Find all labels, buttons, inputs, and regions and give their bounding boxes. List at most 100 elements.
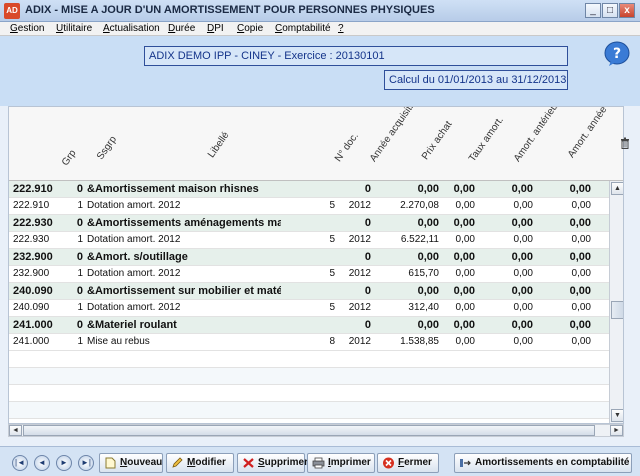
- scroll-up-button[interactable]: ▲: [611, 182, 623, 195]
- empty-row[interactable]: [9, 368, 609, 385]
- cell-rate: 0,00: [455, 268, 475, 279]
- scroll-right-button[interactable]: ►: [610, 425, 623, 436]
- maximize-button[interactable]: □: [602, 3, 618, 18]
- horizontal-scrollbar[interactable]: ◄ ►: [8, 424, 624, 437]
- cell-year: 2012: [348, 234, 371, 245]
- group-row[interactable]: 241.000 0 &Materiel roulant 0 0,00 0,00 0,00 0,…: [9, 317, 609, 334]
- delete-button[interactable]: Supprimer: [237, 453, 308, 473]
- next-record-button[interactable]: ►: [56, 455, 72, 471]
- svg-text:?: ?: [613, 46, 621, 62]
- window-title: ADIX - MISE A JOUR D'UN AMORTISSEMENT PO…: [25, 4, 435, 16]
- col-ssgrp[interactable]: Ssgrp: [95, 134, 119, 162]
- transfer-icon: [460, 459, 471, 467]
- menu-utilitaire[interactable]: Utilitaire: [56, 23, 92, 34]
- scroll-left-button[interactable]: ◄: [9, 425, 22, 436]
- cell-year: 0: [364, 217, 371, 229]
- col-prix-achat[interactable]: Prix achat: [420, 119, 455, 162]
- menu-actualisation[interactable]: Actualisation: [103, 23, 160, 34]
- cell-rate: 0,00: [453, 217, 475, 229]
- group-row[interactable]: 232.900 0 &Amort. s/outillage 0 0,00 0,00 0,00…: [9, 249, 609, 266]
- header-area: ADIX DEMO IPP - CINEY - Exercice : 20130…: [0, 36, 640, 106]
- group-row[interactable]: 240.090 0 &Amortissement sur mobilier et m…: [9, 283, 609, 300]
- cell-ssgrp: 1: [77, 336, 83, 347]
- new-document-icon: [105, 457, 116, 469]
- table-row[interactable]: 241.000 1 Mise au rebus 8 2012 1.538,85 0,00 0,…: [9, 334, 609, 351]
- menu-help[interactable]: ?: [338, 23, 344, 34]
- vertical-scroll-thumb[interactable]: [611, 301, 623, 319]
- cell-year: 0: [364, 251, 371, 263]
- cell-ssgrp: 0: [76, 319, 83, 331]
- cell-price: 615,70: [408, 268, 439, 279]
- group-row[interactable]: 222.930 0&Amortissements aménagements mai…: [9, 215, 609, 232]
- previous-record-button[interactable]: ◄: [34, 455, 50, 471]
- col-grp[interactable]: Grp: [60, 148, 79, 168]
- horizontal-scroll-thumb[interactable]: [23, 425, 595, 436]
- new-button[interactable]: Nouveau: [99, 453, 163, 473]
- table-row[interactable]: 240.090 1 Dotation amort. 2012 5 2012 312,40 0…: [9, 300, 609, 317]
- cell-prior: 0,00: [511, 217, 533, 229]
- app-icon: AD: [4, 3, 20, 19]
- last-record-button[interactable]: ►|: [78, 455, 94, 471]
- cell-label: Mise au rebus: [87, 336, 150, 347]
- cell-prior: 0,00: [511, 251, 533, 263]
- cell-code: 222.910: [13, 200, 50, 211]
- empty-row[interactable]: [9, 351, 609, 368]
- close-button[interactable]: x: [619, 3, 635, 18]
- group-row[interactable]: 222.910 0 &Amortissement maison rhisnes 0 0,…: [9, 181, 609, 198]
- cell-label: Dotation amort. 2012: [87, 234, 181, 245]
- accounting-amortization-button[interactable]: Amortissements en comptabilité: [454, 453, 632, 473]
- cell-ssgrp: 0: [76, 285, 83, 297]
- cell-label: &Materiel roulant: [87, 319, 177, 331]
- cell-prior: 0,00: [513, 200, 533, 211]
- trash-icon[interactable]: [620, 137, 630, 149]
- menu-bar: Gestion Utilitaire Actualisation Durée D…: [0, 22, 640, 36]
- scroll-down-button[interactable]: ▼: [611, 409, 623, 422]
- cell-label: &Amortissement maison rhisnes: [87, 183, 259, 195]
- menu-gestion[interactable]: Gestion: [10, 23, 44, 34]
- printer-icon: [312, 457, 325, 469]
- help-icon[interactable]: ?: [603, 41, 631, 67]
- cell-price: 312,40: [408, 302, 439, 313]
- cell-annual: 0,00: [569, 251, 591, 263]
- table-row[interactable]: 222.910 1 Dotation amort. 2012 5 2012 2.270,0…: [9, 198, 609, 215]
- col-taux-amort[interactable]: Taux amort.: [467, 115, 506, 164]
- stop-icon: [383, 457, 394, 469]
- menu-comptabilite[interactable]: Comptabilité: [275, 23, 331, 34]
- col-amort-anterieur[interactable]: Amort. antérieur: [512, 107, 562, 164]
- cell-code: 240.090: [13, 285, 53, 297]
- cell-annual: 0,00: [571, 268, 591, 279]
- cell-annual: 0,00: [569, 183, 591, 195]
- cell-label: &Amortissement sur mobilier et matériel: [87, 285, 281, 297]
- cell-price: 0,00: [417, 183, 439, 195]
- minimize-button[interactable]: _: [585, 3, 601, 18]
- cell-ssgrp: 1: [77, 200, 83, 211]
- print-button[interactable]: Imprimer: [307, 453, 375, 473]
- table-row[interactable]: 222.930 1 Dotation amort. 2012 5 2012 6.522,1…: [9, 232, 609, 249]
- cell-year: 2012: [348, 200, 371, 211]
- cell-code: 222.930: [13, 217, 53, 229]
- cell-year: 0: [364, 285, 371, 297]
- column-headers: Grp Ssgrp Libellé N° doc. Année acquisit…: [9, 107, 623, 181]
- menu-duree[interactable]: Durée: [168, 23, 195, 34]
- vertical-scrollbar[interactable]: ▲ ▼: [609, 181, 623, 423]
- close-window-button[interactable]: Fermer: [377, 453, 439, 473]
- cell-code: 232.900: [13, 268, 50, 279]
- menu-copie[interactable]: Copie: [237, 23, 263, 34]
- first-record-button[interactable]: |◄: [12, 455, 28, 471]
- menu-dpi[interactable]: DPI: [207, 23, 224, 34]
- empty-row[interactable]: [9, 402, 609, 419]
- col-annee-acquisition[interactable]: Année acquisition: [368, 107, 422, 164]
- col-ndoc[interactable]: N° doc.: [333, 131, 361, 164]
- cell-annual: 0,00: [569, 217, 591, 229]
- cell-price: 2.270,08: [400, 200, 439, 211]
- cell-label: Dotation amort. 2012: [87, 302, 181, 313]
- cell-rate: 0,00: [455, 336, 475, 347]
- empty-row[interactable]: [9, 385, 609, 402]
- company-info: ADIX DEMO IPP - CINEY - Exercice : 20130…: [144, 46, 568, 66]
- col-amort-annee[interactable]: Amort. année: [566, 107, 609, 160]
- modify-button[interactable]: Modifier: [166, 453, 234, 473]
- table-row[interactable]: 232.900 1 Dotation amort. 2012 5 2012 615,70 0…: [9, 266, 609, 283]
- cell-code: 222.910: [13, 183, 53, 195]
- col-libelle[interactable]: Libellé: [206, 130, 232, 160]
- cell-doc: 5: [329, 302, 335, 313]
